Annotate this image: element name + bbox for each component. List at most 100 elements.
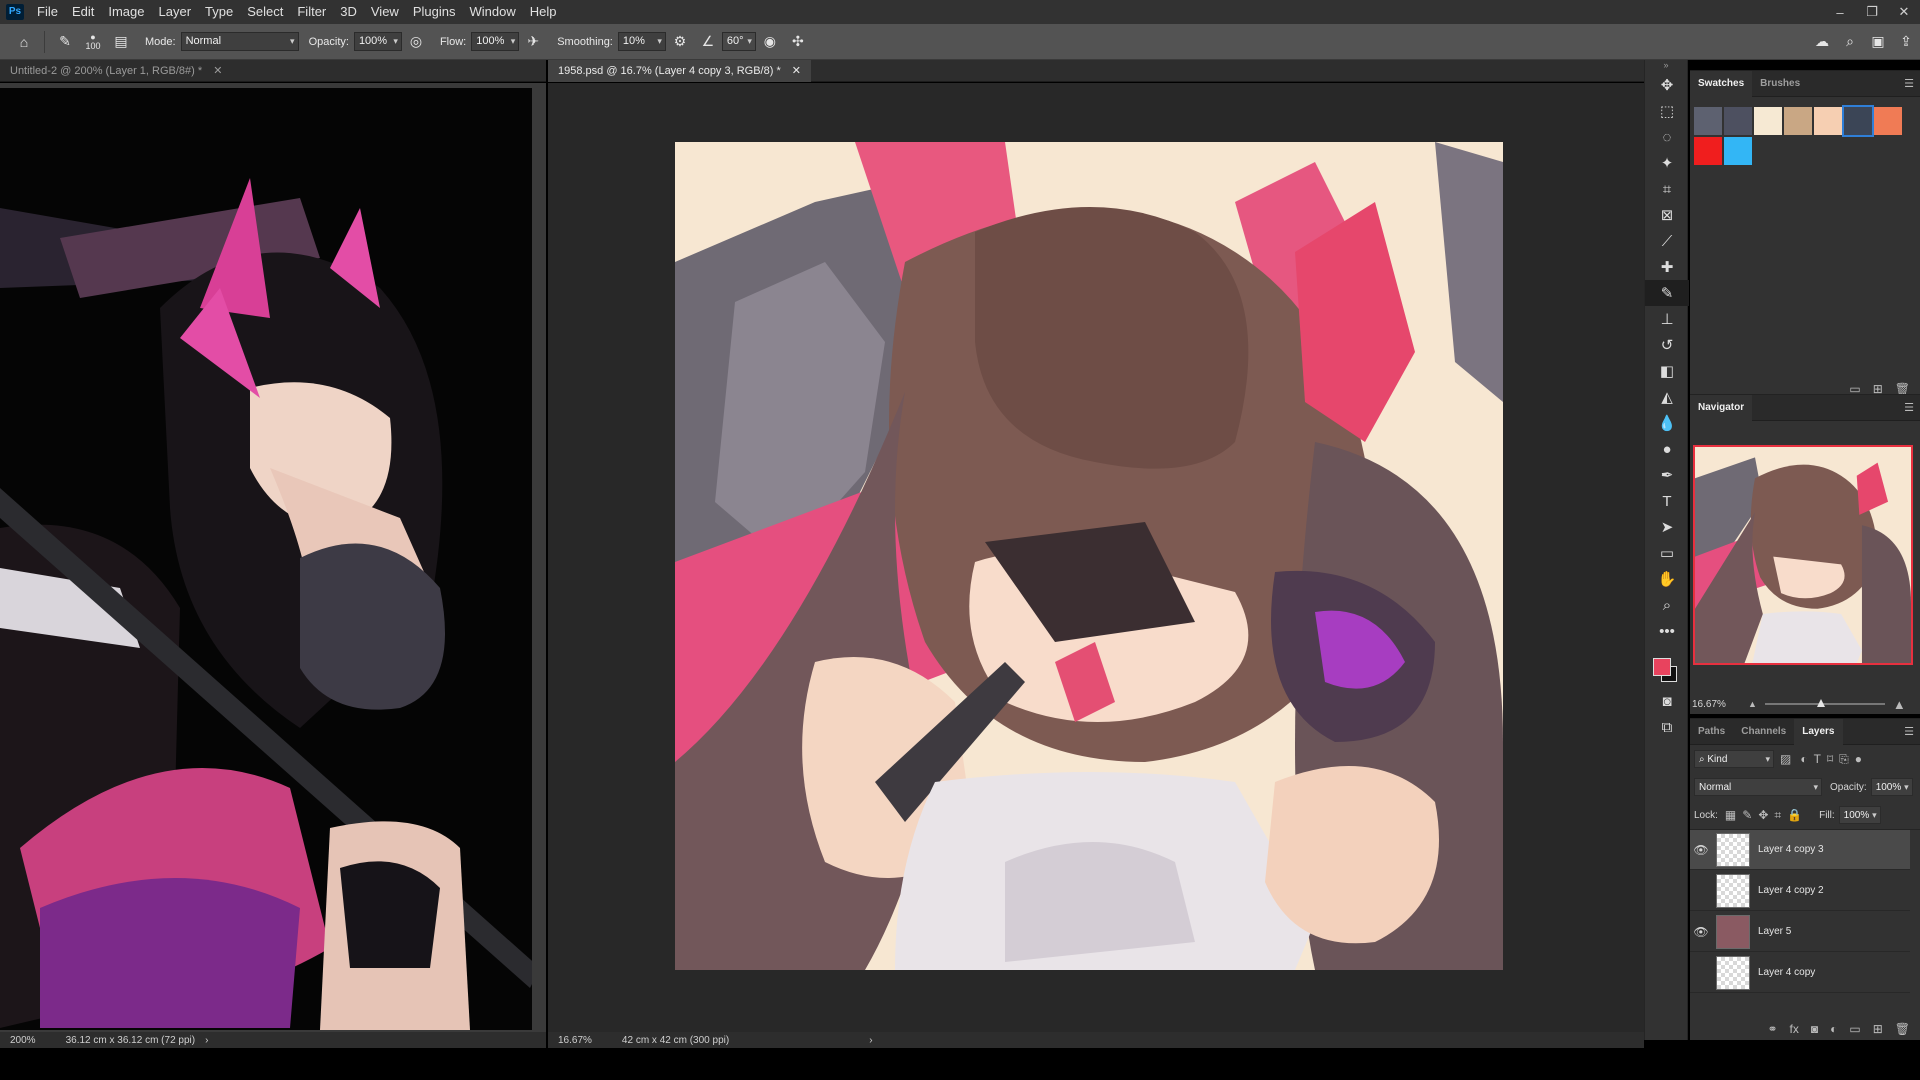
tab-paths[interactable]: Paths — [1690, 719, 1733, 745]
swatch[interactable] — [1724, 107, 1752, 135]
swatch[interactable] — [1784, 107, 1812, 135]
add-mask-icon[interactable]: ◙ — [1811, 1022, 1818, 1036]
zoom-out-icon[interactable]: ▲ — [1748, 699, 1757, 709]
mode-select[interactable]: Normal — [180, 32, 299, 51]
pressure-opacity-icon[interactable]: ◎ — [405, 31, 427, 53]
home-icon[interactable]: ⌂ — [13, 31, 35, 53]
paint-bucket-tool-icon[interactable]: ◭ — [1645, 384, 1689, 410]
layer-kind-filter[interactable]: ⌕ Kind — [1694, 750, 1774, 768]
menu-type[interactable]: Type — [198, 0, 240, 24]
doc1-tab[interactable]: Untitled-2 @ 200% (Layer 1, RGB/8#) * ✕ — [0, 60, 232, 82]
blend-mode-select[interactable]: Normal — [1694, 778, 1822, 796]
symmetry-icon[interactable]: ✣ — [787, 31, 809, 53]
pen-tool-icon[interactable]: ✒ — [1645, 462, 1689, 488]
tab-channels[interactable]: Channels — [1733, 719, 1794, 745]
adjustment-filter-icon[interactable]: ◐ — [1800, 752, 1807, 766]
eye-icon[interactable]: 👁 — [1690, 843, 1712, 857]
lock-artboard-icon[interactable]: ⌗ — [1774, 808, 1781, 823]
foreground-color[interactable] — [1653, 658, 1671, 676]
new-layer-icon[interactable]: ⊞ — [1873, 1022, 1883, 1036]
gear-icon[interactable]: ⚙ — [669, 31, 691, 53]
airbrush-icon[interactable]: ✈ — [522, 31, 544, 53]
blur-tool-icon[interactable]: 💧 — [1645, 410, 1689, 436]
filter-toggle-icon[interactable]: ● — [1855, 752, 1862, 766]
crop-tool-icon[interactable]: ⌗ — [1645, 176, 1689, 202]
panel-menu-icon[interactable]: ☰ — [1904, 395, 1914, 421]
menu-plugins[interactable]: Plugins — [406, 0, 463, 24]
close-icon[interactable]: ✕ — [213, 65, 222, 77]
frame-tool-icon[interactable]: ⊠ — [1645, 202, 1689, 228]
tab-swatches[interactable]: Swatches — [1690, 70, 1753, 97]
menu-layer[interactable]: Layer — [152, 0, 199, 24]
menu-file[interactable]: File — [30, 0, 65, 24]
restore-button[interactable]: ❐ — [1856, 4, 1888, 20]
eraser-tool-icon[interactable]: ◧ — [1645, 358, 1689, 384]
lasso-tool-icon[interactable]: ◌ — [1645, 124, 1689, 150]
zoom-in-icon[interactable]: ▲ — [1893, 697, 1906, 712]
swatch[interactable] — [1694, 107, 1722, 135]
doc1-canvas-illustration[interactable] — [0, 88, 532, 1030]
smart-object-filter-icon[interactable]: ⎘ — [1839, 752, 1849, 767]
menu-view[interactable]: View — [364, 0, 406, 24]
shape-filter-icon[interactable]: ⌑ — [1827, 752, 1833, 766]
move-tool-icon[interactable]: ✥ — [1645, 72, 1689, 98]
swatch[interactable] — [1842, 105, 1874, 137]
history-brush-tool-icon[interactable]: ↺ — [1645, 332, 1689, 358]
swatch[interactable] — [1754, 107, 1782, 135]
eyedropper-tool-icon[interactable]: ⟋ — [1645, 228, 1689, 254]
menu-help[interactable]: Help — [523, 0, 564, 24]
trash-icon[interactable]: 🗑 — [1895, 1022, 1910, 1036]
menu-select[interactable]: Select — [240, 0, 290, 24]
fill-field[interactable]: 100% — [1838, 806, 1881, 824]
lock-transparency-icon[interactable]: ▦ — [1725, 808, 1736, 822]
swatch[interactable] — [1724, 137, 1752, 165]
close-icon[interactable]: ✕ — [792, 65, 801, 77]
menu-edit[interactable]: Edit — [65, 0, 101, 24]
layer-row[interactable]: Layer 4 copy — [1690, 953, 1910, 993]
pixel-filter-icon[interactable]: ▨ — [1780, 752, 1791, 766]
stamp-tool-icon[interactable]: ⊥ — [1645, 306, 1689, 332]
zoom-tool-icon[interactable]: ⌕ — [1645, 592, 1689, 618]
doc2-canvas-illustration[interactable] — [675, 142, 1503, 970]
chevron-right-icon[interactable]: › — [205, 1035, 208, 1046]
layer-opacity-field[interactable]: 100% — [1870, 778, 1913, 796]
collapse-icon[interactable]: » — [1645, 60, 1687, 72]
search-icon[interactable]: ⌕ — [1839, 31, 1861, 53]
link-layers-icon[interactable]: ⚭ — [1767, 1022, 1777, 1036]
swatch[interactable] — [1874, 107, 1902, 135]
zoom-slider-handle[interactable] — [1816, 699, 1825, 707]
lock-pixels-icon[interactable]: ✎ — [1742, 808, 1752, 822]
path-selection-tool-icon[interactable]: ➤ — [1645, 514, 1689, 540]
opacity-field[interactable]: 100% — [353, 32, 402, 51]
panel-menu-icon[interactable]: ☰ — [1904, 71, 1914, 97]
menu-3d[interactable]: 3D — [333, 0, 364, 24]
doc1-zoom[interactable]: 200% — [10, 1035, 36, 1046]
layer-row[interactable]: Layer 4 copy 2 — [1690, 871, 1910, 911]
doc2-tab[interactable]: 1958.psd @ 16.7% (Layer 4 copy 3, RGB/8)… — [548, 60, 812, 82]
more-tools-icon[interactable]: ••• — [1645, 618, 1689, 644]
doc2-zoom[interactable]: 16.67% — [558, 1035, 592, 1046]
smoothing-field[interactable]: 10% — [617, 32, 666, 51]
magic-wand-tool-icon[interactable]: ✦ — [1645, 150, 1689, 176]
tab-navigator[interactable]: Navigator — [1690, 394, 1753, 421]
type-tool-icon[interactable]: T — [1645, 488, 1689, 514]
layer-row[interactable]: 👁 Layer 4 copy 3 — [1690, 830, 1910, 870]
screen-mode-icon[interactable]: ⧉ — [1645, 714, 1689, 740]
flow-field[interactable]: 100% — [471, 32, 520, 51]
swatch[interactable] — [1694, 137, 1722, 165]
eye-icon[interactable]: 👁 — [1690, 925, 1712, 939]
navigator-zoom-value[interactable]: 16.67% — [1692, 699, 1748, 710]
swatch[interactable] — [1814, 107, 1842, 135]
menu-image[interactable]: Image — [101, 0, 151, 24]
zoom-slider[interactable] — [1764, 699, 1885, 707]
chevron-right-icon[interactable]: › — [869, 1035, 872, 1046]
tab-brushes[interactable]: Brushes — [1752, 71, 1808, 97]
brush-settings-icon[interactable]: ▤ — [110, 31, 132, 53]
close-window-button[interactable]: ✕ — [1888, 4, 1920, 20]
lock-position-icon[interactable]: ✥ — [1758, 808, 1768, 822]
angle-field[interactable]: 60° — [721, 32, 756, 51]
tab-layers[interactable]: Layers — [1794, 718, 1843, 745]
brush-tool-icon[interactable]: ✎ — [1645, 280, 1689, 306]
panel-menu-icon[interactable]: ☰ — [1904, 719, 1914, 745]
type-filter-icon[interactable]: T — [1814, 752, 1821, 766]
